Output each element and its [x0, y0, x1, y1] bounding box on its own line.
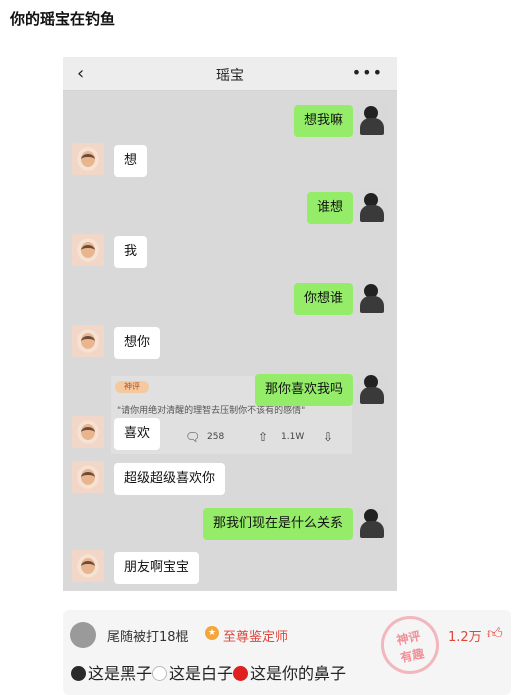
comment-count: 258: [207, 432, 225, 442]
black-circle-icon: [71, 666, 86, 681]
her-avatar[interactable]: [72, 550, 104, 582]
my-avatar[interactable]: [356, 372, 388, 404]
share-icon[interactable]: ⇧: [258, 430, 268, 444]
her-message: 想: [114, 145, 148, 177]
my-message: 想我嘛: [293, 105, 353, 137]
her-avatar[interactable]: [72, 461, 104, 493]
stamp-line-2: 有趣: [399, 646, 426, 666]
her-avatar[interactable]: [72, 325, 104, 357]
commenter-badge: 至尊鉴定师: [223, 630, 289, 645]
stamp-line-1: 神评: [395, 628, 422, 648]
like-count: 1.1W: [281, 432, 305, 442]
shenping-stamp: 神评 有趣: [375, 610, 445, 680]
her-message: 喜欢: [114, 418, 161, 450]
my-avatar[interactable]: [356, 506, 388, 538]
commenter-avatar[interactable]: [70, 622, 96, 648]
post-title: 你的瑶宝在钓鱼: [10, 10, 116, 28]
comment-part-2: 这是白子: [169, 664, 234, 683]
my-message: 那我们现在是什么关系: [202, 508, 353, 540]
my-avatar[interactable]: [356, 103, 388, 135]
comment-like-count: 1.2万: [448, 630, 482, 645]
her-avatar[interactable]: [72, 234, 104, 266]
thumbs-up-icon[interactable]: 👍︎: [487, 624, 503, 643]
my-avatar[interactable]: [356, 281, 388, 313]
my-avatar[interactable]: [356, 190, 388, 222]
chat-title: 瑶宝: [216, 68, 244, 84]
my-message: 你想谁: [293, 283, 353, 315]
her-avatar[interactable]: [72, 143, 104, 175]
top-comment[interactable]: 尾随被打18棍 ★ 至尊鉴定师 神评 有趣 1.2万 👍︎ 这是黑子 这是白子 这是…: [63, 610, 511, 695]
her-message: 想你: [114, 327, 161, 359]
comment-icon[interactable]: 🗨: [185, 430, 200, 444]
comment-part-3: 这是你的鼻子: [250, 664, 347, 683]
her-message: 我: [114, 236, 148, 268]
more-dots-icon[interactable]: •••: [352, 63, 383, 82]
my-message: 那你喜欢我吗: [254, 374, 353, 406]
my-message: 谁想: [306, 192, 353, 224]
shenping-badge: 神评: [115, 381, 149, 393]
her-message: 朋友啊宝宝: [114, 552, 200, 584]
red-circle-icon: [233, 666, 249, 681]
white-circle-icon: [152, 666, 168, 681]
comment-text: 这是黑子 这是白子 这是你的鼻子: [71, 660, 346, 684]
chat-screenshot: ‹ 瑶宝 ••• 想我嘛 想 谁想 我 你想谁 想你 神评 "请你用绝对清醒的理…: [63, 57, 397, 591]
her-avatar[interactable]: [72, 416, 104, 448]
dislike-icon[interactable]: ⇩: [323, 430, 333, 444]
commenter-name[interactable]: 尾随被打18棍: [107, 626, 189, 645]
her-message: 超级超级喜欢你: [114, 463, 226, 495]
medal-icon: ★: [205, 626, 219, 640]
chat-header: ‹ 瑶宝 •••: [63, 57, 397, 91]
comment-part-1: 这是黑子: [88, 664, 153, 683]
